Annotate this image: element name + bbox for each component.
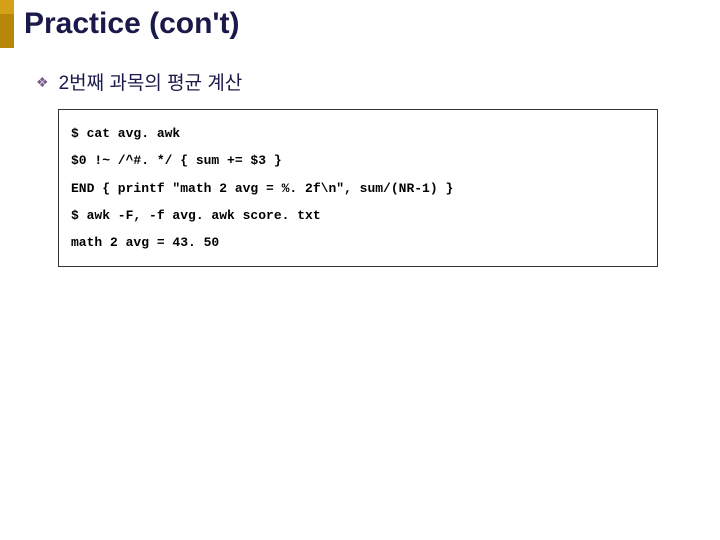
slide-title: Practice (con't) [14,0,240,48]
code-block: $ cat avg. awk $0 !~ /^#. */ { sum += $3… [58,109,658,267]
title-accent [0,0,14,48]
diamond-bullet-icon: ❖ [36,75,49,89]
code-line-3: END { printf "math 2 avg = %. 2f\n", sum… [71,175,645,202]
subtitle-text: 2번째 과목의 평균 계산 [59,68,243,95]
content-area: ❖ 2번째 과목의 평균 계산 $ cat avg. awk $0 !~ /^#… [0,48,720,287]
code-line-1: $ cat avg. awk [71,120,645,147]
code-line-4: $ awk -F, -f avg. awk score. txt [71,202,645,229]
title-bar: Practice (con't) [0,0,720,48]
code-line-5: math 2 avg = 43. 50 [71,229,645,256]
subtitle-row: ❖ 2번째 과목의 평균 계산 [36,68,680,95]
code-line-2: $0 !~ /^#. */ { sum += $3 } [71,147,645,174]
